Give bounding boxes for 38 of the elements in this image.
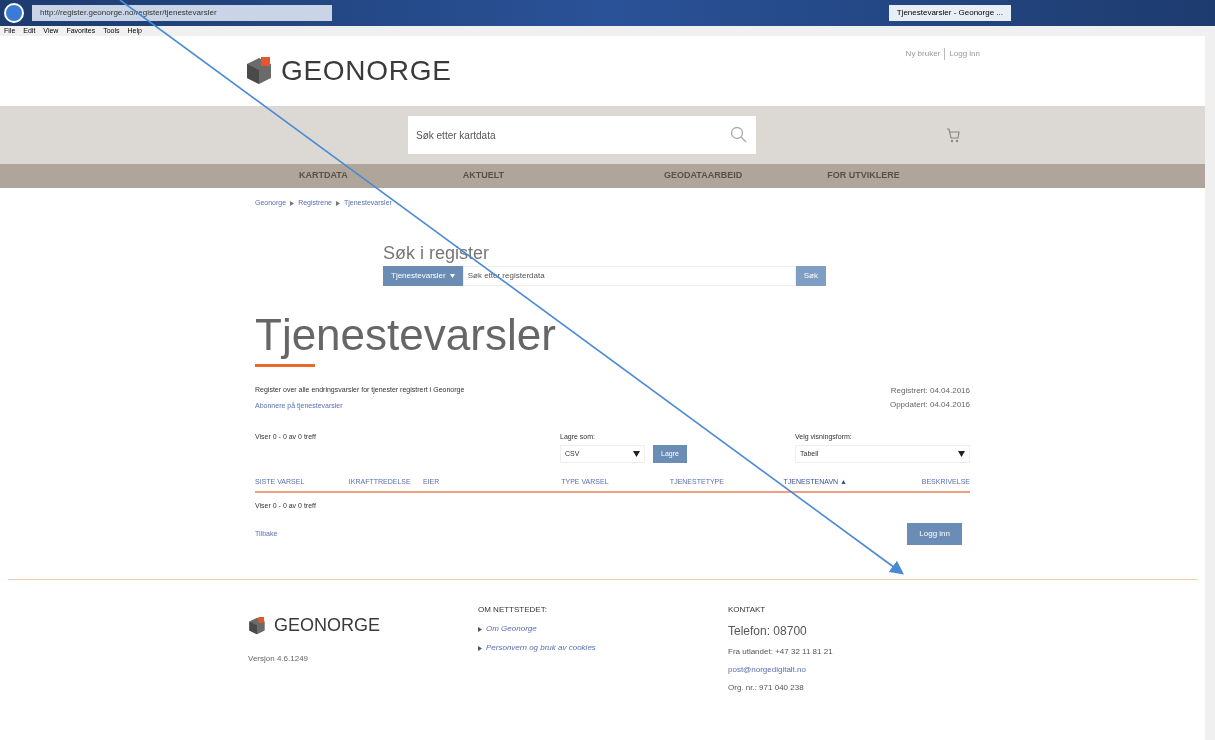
caret-down-icon	[633, 451, 640, 457]
registered-date: Registrert: 04.04.2016	[889, 384, 970, 397]
org-number-text: Org. nr.: 971 040 238	[728, 682, 805, 694]
site-logo[interactable]: GEONORGE	[281, 50, 452, 92]
scrollbar[interactable]	[1205, 36, 1215, 740]
search-field[interactable]: Søk etter kartdata	[408, 116, 756, 154]
cube-logo-icon	[245, 56, 273, 86]
caret-down-icon	[958, 451, 965, 457]
login-button[interactable]: Logg inn	[907, 523, 962, 545]
abroad-phone-text: Fra utlandet: +47 32 11 81 21	[728, 646, 833, 658]
caret-down-icon	[449, 273, 455, 278]
footer-link[interactable]: Om Geonorge	[486, 623, 537, 635]
contact-heading: KONTAKT	[728, 604, 767, 616]
version-text: Versjon 4.6.1249	[248, 653, 310, 665]
phone-text: Telefon: 08700	[728, 623, 808, 640]
chevron-right-icon	[290, 200, 295, 206]
footer-link[interactable]: Personvern og bruk av cookies	[486, 642, 596, 654]
register-link[interactable]: Ny bruker	[905, 48, 941, 60]
nav-item[interactable]: GEODATAARBEID	[664, 169, 743, 183]
cube-logo-icon	[248, 615, 266, 636]
search-button[interactable]: Søk	[795, 265, 826, 286]
back-icon[interactable]	[4, 3, 24, 23]
footer-logo[interactable]: GEONORGE	[274, 612, 380, 639]
chevron-right-icon	[336, 200, 340, 206]
cart-icon[interactable]	[946, 127, 960, 143]
bullet-arrow-icon	[478, 626, 482, 632]
login-link[interactable]: Logg inn	[944, 48, 980, 60]
email-link[interactable]: post@norgedigitalt.no	[728, 664, 833, 676]
about-heading: OM NETTSTEDET:	[478, 604, 548, 616]
browser-tab[interactable]: Tjenestevarsler - Geonorge ...	[888, 5, 1011, 21]
nav-item[interactable]: FOR UTVIKLERE	[827, 169, 900, 183]
page-title: Tjenestevarsler	[255, 309, 557, 360]
bullet-arrow-icon	[478, 645, 482, 651]
search-icon[interactable]	[730, 126, 748, 144]
updated-date: Oppdatert: 04.04.2016	[889, 398, 970, 411]
nav-item[interactable]: AKTUELT	[462, 169, 504, 183]
nav-item[interactable]: KARTDATA	[299, 169, 348, 183]
category-dropdown[interactable]: Tjenestevarsler	[383, 265, 463, 286]
